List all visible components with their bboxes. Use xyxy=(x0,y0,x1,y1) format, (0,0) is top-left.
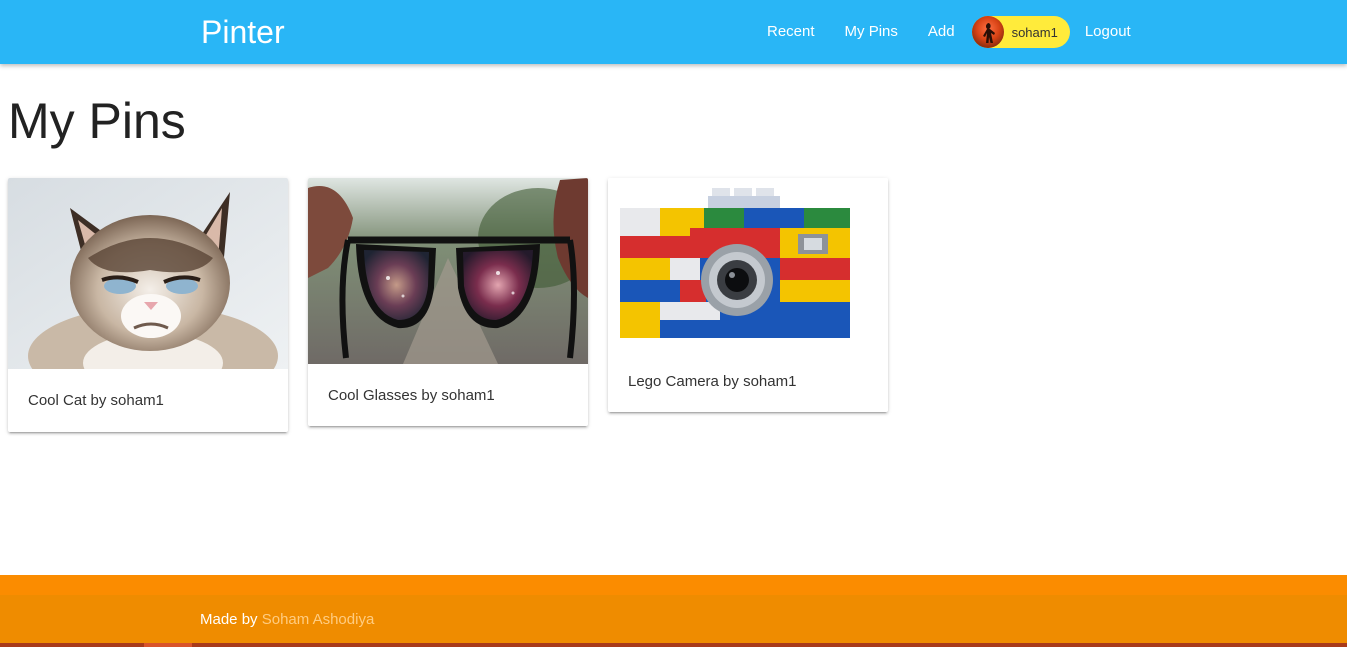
page-title: My Pins xyxy=(8,93,186,149)
pin-caption-container: Cool Cat by soham1 xyxy=(8,369,288,432)
pin-card[interactable]: Cool Cat by soham1 xyxy=(8,178,288,432)
pin-caption: Lego Camera by soham1 xyxy=(628,372,797,390)
cat-photo xyxy=(8,178,288,369)
footer: Made by Soham Ashodiya xyxy=(0,595,1347,643)
navbar: Pinter Recent My Pins Add soham1 Logout xyxy=(0,0,1347,64)
lego-camera-photo xyxy=(608,178,888,350)
pin-card[interactable]: Cool Glasses by soham1 xyxy=(308,178,588,426)
footer-top-band xyxy=(0,575,1347,595)
footer-bottom-accent xyxy=(144,643,192,647)
footer-bottom-bar xyxy=(0,643,1347,647)
pin-caption: Cool Cat by soham1 xyxy=(28,392,164,409)
pin-caption-container: Lego Camera by soham1 xyxy=(608,350,888,412)
nav-link-add[interactable]: Add xyxy=(913,0,970,64)
glasses-photo xyxy=(308,178,588,364)
avatar xyxy=(971,16,1004,48)
pin-image-glasses[interactable] xyxy=(308,178,588,364)
footer-author-link[interactable]: Soham Ashodiya xyxy=(262,611,375,628)
pin-caption-container: Cool Glasses by soham1 xyxy=(308,364,588,426)
nav-link-recent[interactable]: Recent xyxy=(752,0,830,64)
nav-link-my-pins[interactable]: My Pins xyxy=(830,0,913,64)
pin-image-cat[interactable] xyxy=(8,178,288,369)
avatar-figure-icon xyxy=(982,23,995,43)
nav-links: Recent My Pins Add soham1 Logout xyxy=(752,0,1146,64)
brand-logo[interactable]: Pinter xyxy=(201,12,285,52)
pin-card[interactable]: Lego Camera by soham1 xyxy=(608,178,888,412)
footer-made-by: Made by xyxy=(200,611,258,628)
nav-link-logout[interactable]: Logout xyxy=(1070,0,1146,64)
user-chip[interactable]: soham1 xyxy=(971,16,1070,48)
pin-image-lego-camera[interactable] xyxy=(608,178,888,350)
pin-caption: Cool Glasses by soham1 xyxy=(328,386,495,404)
footer-credit: Made by Soham Ashodiya xyxy=(200,611,374,628)
user-name: soham1 xyxy=(1011,24,1058,40)
